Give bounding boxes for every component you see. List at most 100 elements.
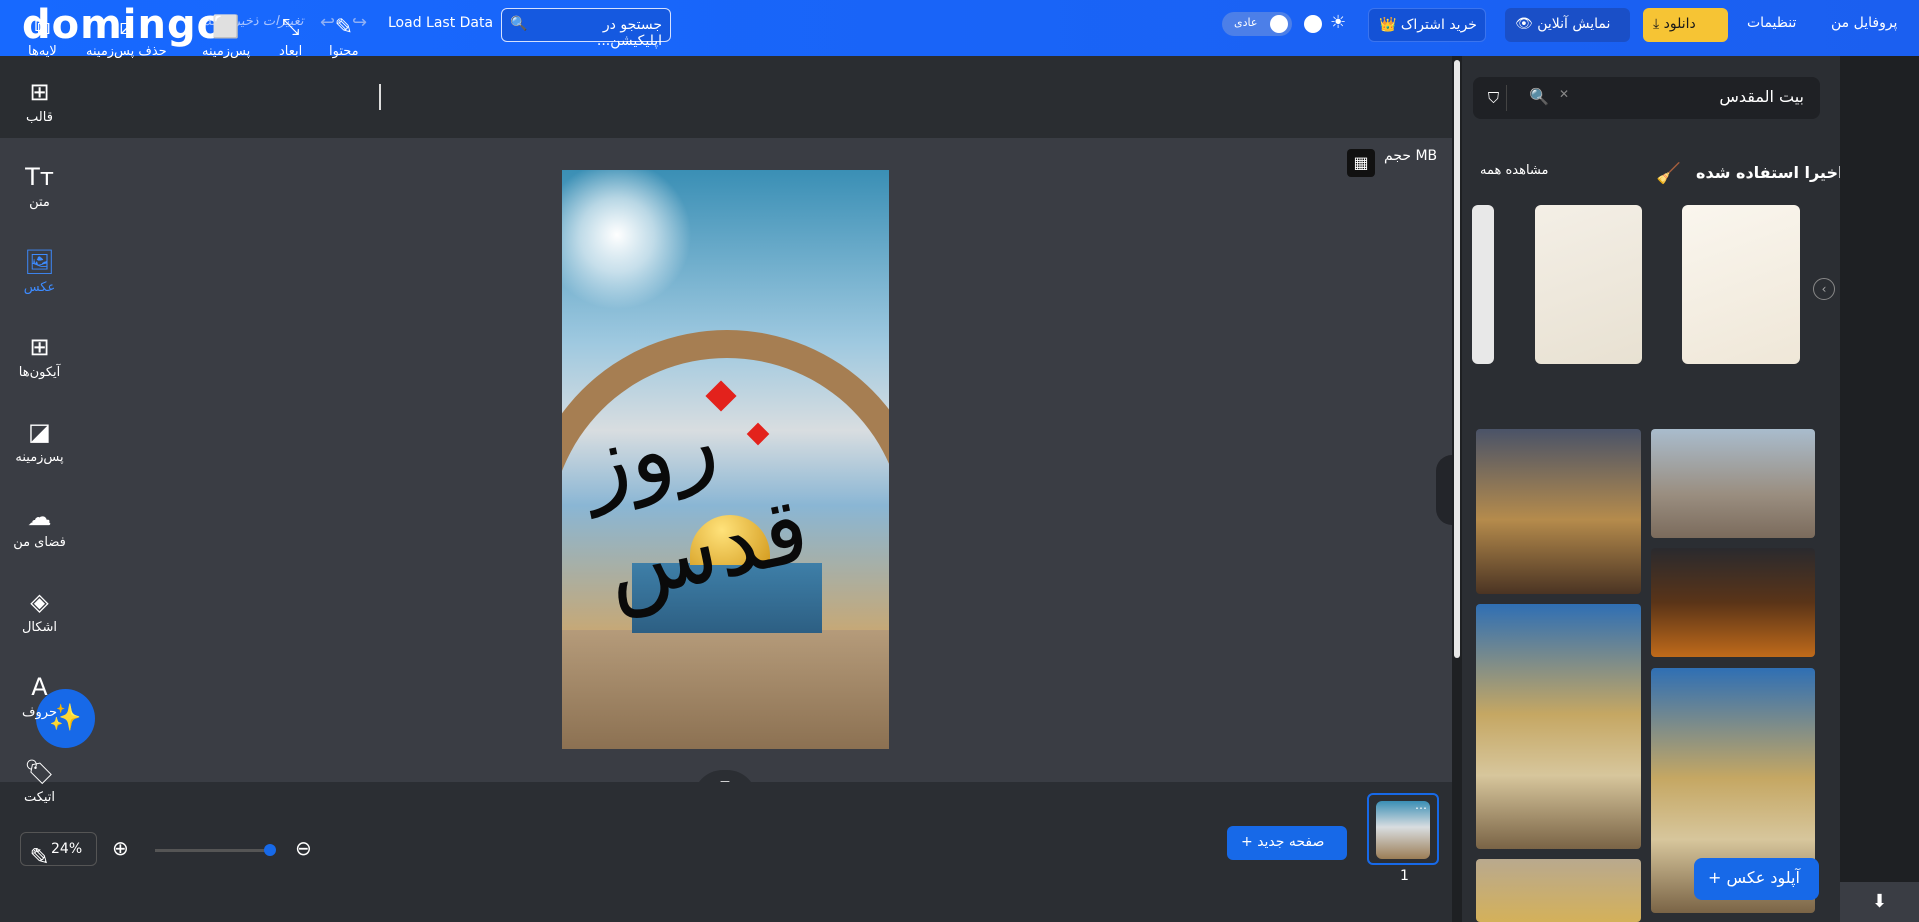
page-thumbnail[interactable]: ⋯ [1367, 793, 1439, 865]
crown-icon: 👑 [1379, 17, 1397, 33]
theme-dot[interactable] [1304, 15, 1322, 33]
layers-label: لایه‌ها [28, 44, 57, 59]
online-view-button[interactable]: 👁 نمایش آنلاین [1505, 8, 1630, 42]
recent-photo-birds[interactable] [1682, 205, 1800, 364]
search-icon[interactable]: 🔍 [1529, 87, 1549, 106]
color-swatch-icon: ⬜ [212, 15, 240, 40]
recent-title: اخیرا استفاده شده [1696, 163, 1844, 182]
see-all-link[interactable]: مشاهده همه [1480, 163, 1549, 178]
toggle-knob [1270, 15, 1288, 33]
zoom-out-icon[interactable]: ⊖ [295, 836, 312, 860]
eye-icon: 👁 [1515, 16, 1533, 32]
background-label: پس‌زمینه [202, 44, 251, 59]
buy-subscription-button[interactable]: 👑 خرید اشتراک [1368, 8, 1486, 42]
search-icon: 🔍 [510, 16, 528, 32]
canvas-scrollbar[interactable] [1452, 56, 1462, 922]
content-label: محتوا [329, 44, 359, 59]
app-search-input[interactable]: 🔍 جستجو در اپلیکیشن... [501, 8, 671, 49]
rail-item-text[interactable]: Tт متن [0, 161, 79, 210]
remove-bg-icon: ⧄ [119, 15, 134, 40]
design-artwork[interactable]: روز قدس [562, 170, 889, 749]
plus-icon: + [1708, 868, 1722, 887]
dimensions-label: ابعاد [279, 44, 303, 59]
buy-subscription-label: خرید اشتراک [1400, 17, 1477, 33]
recent-photo-parrots[interactable] [1535, 205, 1642, 364]
photo-result-1[interactable] [1476, 429, 1641, 594]
rail-item-photo[interactable]: 🖼 عکس [0, 246, 79, 295]
side-rail [1840, 56, 1919, 922]
zoom-slider-knob[interactable] [264, 844, 276, 856]
settings-link[interactable]: تنظیمات [1747, 15, 1796, 31]
plaza-ground [562, 630, 889, 749]
layers-button[interactable]: ⧉ لایه‌ها [28, 14, 57, 59]
arrow-down-icon: ⬇ [1871, 891, 1888, 912]
filter-icon[interactable]: ⛉ [1481, 85, 1507, 111]
upload-photo-label: آپلود عکس [1726, 868, 1800, 887]
rail-item-tag[interactable]: 🏷 اتیکت [0, 756, 79, 805]
tag-icon: 🏷 [24, 758, 55, 786]
background-icon: ◪ [28, 418, 51, 446]
calculator-icon[interactable]: ▦ [1347, 149, 1375, 177]
photo-search-value: بیت المقدس [1719, 87, 1804, 106]
theme-toggle[interactable]: عادی [1222, 12, 1292, 36]
remove-background-button[interactable]: ⧄ حذف پس‌زمینه [86, 14, 167, 59]
app-search-placeholder: جستجو در اپلیکیشن... [596, 17, 662, 49]
rail-scroll-down-button[interactable]: ⬇ [1840, 882, 1919, 922]
photo-result-3[interactable] [1651, 548, 1815, 657]
recent-photo-partial[interactable] [1472, 205, 1494, 364]
more-options-icon[interactable]: ⋯ [1415, 801, 1427, 815]
plus-icon: + [1241, 834, 1253, 850]
rail-item-background[interactable]: ◪ پس‌زمینه [0, 416, 79, 465]
content-button[interactable]: ✎ محتوا [329, 14, 359, 59]
file-size-label: حجم MB [1384, 148, 1438, 164]
rail-item-shapes[interactable]: ◈ اشکال [0, 586, 79, 635]
theme-mode-label: عادی [1234, 16, 1258, 29]
text-icon: Tт [25, 163, 54, 191]
template-icon: ⊞ [29, 78, 50, 106]
online-view-label: نمایش آنلاین [1537, 16, 1611, 32]
carousel-next-icon[interactable]: ‹ [1813, 278, 1835, 300]
dimensions-button[interactable]: ⤡ ابعاد [279, 14, 302, 59]
sun-glow [562, 170, 692, 310]
rail-item-template[interactable]: ⊞ قالب [0, 76, 79, 125]
sun-icon[interactable]: ☀ [1330, 12, 1346, 33]
cloud-upload-icon: ☁ [27, 503, 52, 531]
background-button[interactable]: ⬜ پس‌زمینه [202, 14, 250, 59]
rail-label: متن [29, 195, 50, 210]
rail-item-draw[interactable]: ✎ [0, 841, 79, 875]
rail-label: اتیکت [23, 790, 56, 805]
layers-icon: ⧉ [34, 15, 51, 40]
clear-icon[interactable]: ✕ [1559, 87, 1569, 101]
load-last-data-button[interactable]: Load Last Data [388, 15, 493, 31]
remove-bg-label: حذف پس‌زمینه [86, 44, 167, 59]
broom-icon[interactable]: 🧹 [1656, 161, 1681, 185]
rail-item-fonts[interactable]: A حروف [0, 671, 79, 720]
rail-label: حروف [22, 705, 57, 720]
rail-item-my-space[interactable]: ☁ فضای من [0, 501, 79, 550]
photo-result-4[interactable] [1476, 604, 1641, 849]
photo-result-2[interactable] [1651, 429, 1815, 538]
download-icon: ⤓ [1653, 16, 1660, 32]
resize-icon: ⤡ [281, 15, 300, 40]
grid-icon: ⊞ [29, 333, 50, 361]
rail-label: پس‌زمینه [15, 450, 64, 465]
photo-result-6[interactable] [1476, 859, 1641, 922]
edit-icon: ✎ [334, 15, 354, 40]
download-button[interactable]: ⤓ دانلود [1643, 8, 1728, 42]
download-label: دانلود [1663, 16, 1696, 32]
rail-label: فضای من [13, 535, 66, 550]
rail-label: اشکال [21, 620, 58, 635]
profile-link[interactable]: پروفایل من [1831, 15, 1897, 31]
rail-item-icons[interactable]: ⊞ آیکون‌ها [0, 331, 79, 380]
zoom-in-icon[interactable]: ⊕ [112, 836, 129, 860]
panel-toggle-handle[interactable] [1436, 455, 1452, 525]
photo-search-input[interactable]: بیت المقدس ✕ 🔍 ⛉ [1473, 77, 1820, 119]
pen-icon: ✎ [29, 843, 50, 871]
font-icon: A [31, 673, 48, 701]
new-page-label: صفحه جدید [1257, 834, 1325, 850]
scrollbar-thumb[interactable] [1454, 60, 1460, 658]
new-page-button[interactable]: + صفحه جدید [1227, 826, 1347, 860]
toolbar-divider [379, 84, 381, 110]
upload-photo-button[interactable]: + آپلود عکس [1694, 858, 1819, 900]
zoom-slider[interactable] [155, 844, 276, 856]
